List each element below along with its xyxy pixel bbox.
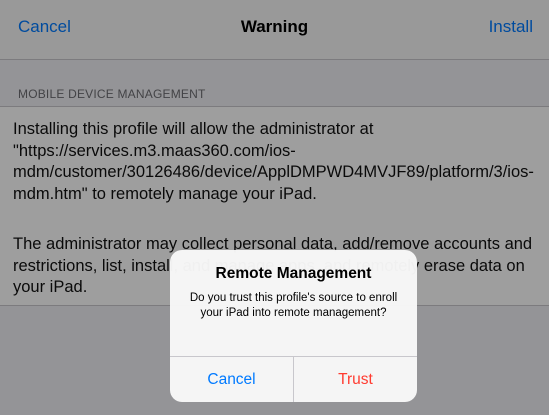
alert-message: Do you trust this profile's source to en…: [189, 292, 398, 319]
alert-trust-button[interactable]: Trust: [294, 357, 417, 402]
remote-management-alert: Remote Management Do you trust this prof…: [170, 250, 417, 402]
alert-cancel-button[interactable]: Cancel: [170, 357, 293, 402]
alert-title: Remote Management: [215, 265, 372, 282]
